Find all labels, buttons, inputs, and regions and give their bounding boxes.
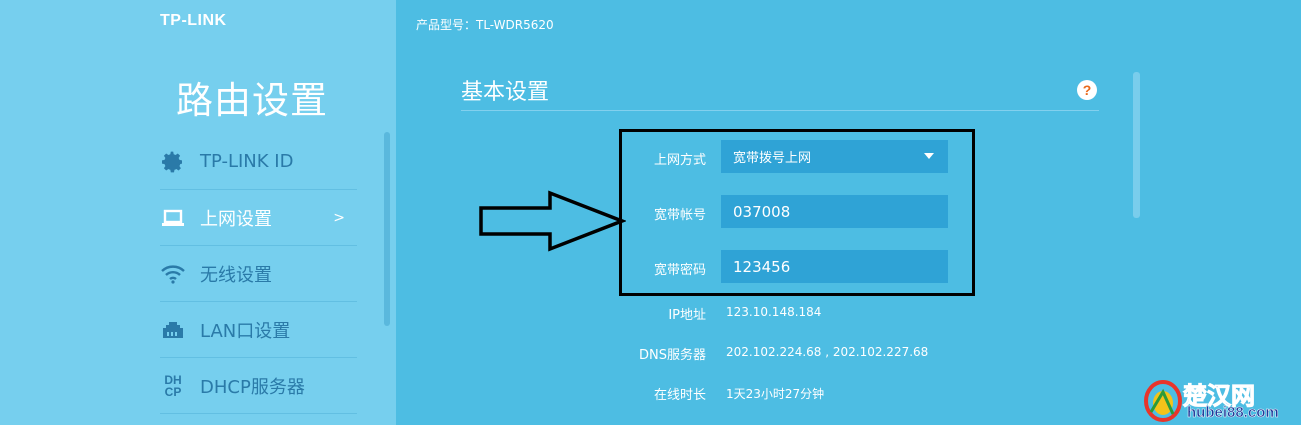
sidebar-item-internet[interactable]: 上网设置 > <box>160 190 357 246</box>
password-label: 宽带密码 <box>653 263 706 278</box>
sidebar-item-lan[interactable]: LAN口设置 <box>160 302 357 358</box>
sidebar-scrollbar[interactable] <box>384 132 390 326</box>
dns-value: 202.102.224.68 , 202.102.227.68 <box>726 345 929 359</box>
account-label: 宽带帐号 <box>653 208 706 223</box>
sidebar-item-label: 无线设置 <box>200 264 272 286</box>
uptime-label: 在线时长 <box>653 388 706 403</box>
sidebar-item-wireless[interactable]: 无线设置 <box>160 246 357 302</box>
main-scrollbar[interactable] <box>1133 72 1140 218</box>
wan-type-value: 宽带拨号上网 <box>733 151 812 166</box>
gear-icon <box>160 149 186 175</box>
watermark: 楚汉网 hubei88.com <box>1143 376 1301 425</box>
tp-link-logo[interactable]: TP-LINK <box>160 12 227 30</box>
caret-down-icon <box>924 153 934 159</box>
sidebar-item-label: TP-LINK ID <box>200 151 294 172</box>
account-value: 037008 <box>733 202 791 221</box>
sidebar-item-label: 上网设置 <box>200 208 272 230</box>
wan-type-select[interactable]: 宽带拨号上网 <box>721 140 948 173</box>
laptop-icon <box>160 205 186 231</box>
dhcp-icon-bottom: CP <box>164 384 182 399</box>
ip-value: 123.10.148.184 <box>726 305 822 319</box>
sidebar-item-label: DHCP服务器 <box>200 376 305 398</box>
section-title: 基本设置 <box>461 80 550 105</box>
help-icon[interactable]: ? <box>1077 80 1097 100</box>
sidebar: TP-LINK 路由设置 TP-LINK ID 上网设置 > 无线设置 LAN口… <box>0 0 396 425</box>
watermark-url: hubei88.com <box>1187 404 1279 422</box>
section-divider <box>461 110 1099 111</box>
dns-label: DNS服务器 <box>639 348 706 363</box>
product-model: 产品型号：TL-WDR5620 <box>416 18 554 32</box>
watermark-logo-icon <box>1144 380 1182 422</box>
dhcp-icon: DH CP <box>160 373 186 399</box>
uptime-value: 1天23小时27分钟 <box>726 387 825 401</box>
password-value: 123456 <box>733 257 791 276</box>
account-input[interactable]: 037008 <box>721 195 948 228</box>
sidebar-item-dhcp[interactable]: DH CP DHCP服务器 <box>160 358 357 414</box>
lan-port-icon <box>160 317 186 343</box>
sidebar-item-tplink-id[interactable]: TP-LINK ID <box>160 134 357 190</box>
sidebar-menu: TP-LINK ID 上网设置 > 无线设置 LAN口设置 DH CP DHCP… <box>160 134 357 414</box>
sidebar-item-label: LAN口设置 <box>200 320 291 342</box>
ip-label: IP地址 <box>668 308 706 323</box>
password-input[interactable]: 123456 <box>721 250 948 283</box>
sidebar-title: 路由设置 <box>176 79 328 122</box>
dhcp-icon-top: DH <box>164 372 182 387</box>
wan-type-label: 上网方式 <box>653 153 706 168</box>
wifi-icon <box>160 261 186 287</box>
chevron-right-icon: > <box>333 209 345 226</box>
